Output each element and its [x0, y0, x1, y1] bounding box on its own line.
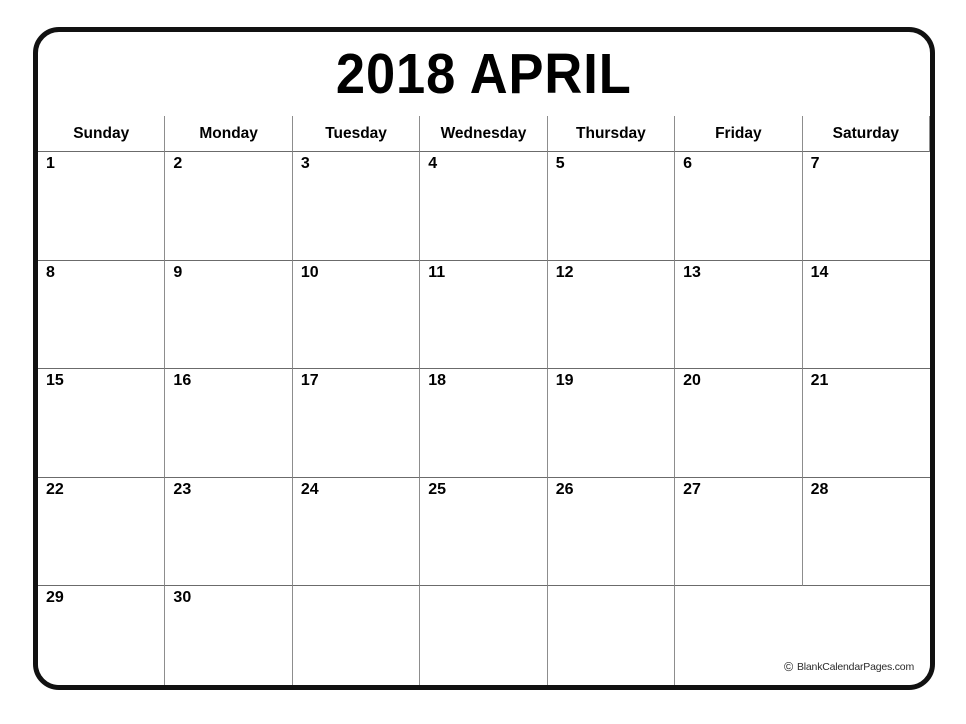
day-cell[interactable]: 9	[165, 260, 293, 370]
day-number: 19	[555, 372, 574, 390]
weekday-header-label: Thursday	[576, 124, 646, 142]
day-number: 1	[46, 155, 55, 172]
day-number: 8	[46, 263, 55, 281]
day-cell[interactable]: 28	[802, 477, 930, 587]
day-cell[interactable]: 12	[547, 260, 676, 370]
day-cell[interactable]: 30	[165, 586, 293, 685]
day-cell[interactable]: 11	[420, 260, 548, 370]
day-number: 13	[683, 263, 701, 281]
calendar-page: 2018 APRIL Sunday Monday Tuesday Wednesd…	[0, 0, 966, 724]
calendar-grid: Sunday Monday Tuesday Wednesday Thursday…	[38, 116, 930, 685]
day-cell[interactable]: 21	[802, 369, 930, 478]
weekday-header-sunday: Sunday	[38, 116, 166, 152]
day-cell[interactable]: 13	[675, 260, 803, 370]
day-cell[interactable]: 25	[420, 477, 548, 587]
calendar-title: 2018 APRIL	[336, 41, 632, 106]
day-cell[interactable]: 15	[38, 369, 166, 478]
day-number: 29	[46, 589, 64, 607]
day-cell[interactable]: 27	[675, 477, 803, 587]
copyright-icon: ©	[783, 659, 793, 674]
day-number: 24	[300, 480, 319, 498]
day-number: 10	[300, 263, 319, 281]
weekday-header-label: Tuesday	[325, 124, 387, 142]
day-cell[interactable]: 14	[802, 260, 930, 370]
day-number: 30	[173, 589, 192, 607]
day-number: 22	[46, 480, 64, 498]
footer-credit-text: BlankCalendarPages.com	[796, 660, 914, 673]
day-number: 21	[810, 372, 829, 390]
day-cell[interactable]: 24	[292, 477, 421, 587]
day-number: 15	[46, 372, 64, 390]
day-number: 3	[300, 155, 310, 172]
weekday-header-label: Friday	[715, 124, 762, 142]
day-cell[interactable]: 20	[675, 369, 803, 478]
day-cell[interactable]: 23	[165, 477, 293, 587]
day-number: 23	[173, 480, 192, 498]
day-number: 7	[810, 155, 820, 172]
day-cell[interactable]: 8	[38, 260, 166, 370]
day-cell[interactable]	[292, 586, 421, 685]
day-cell[interactable]: 26	[547, 477, 676, 587]
day-number: 25	[428, 480, 447, 498]
weekday-header-thursday: Thursday	[547, 116, 676, 152]
day-cell[interactable]: 2	[165, 152, 293, 261]
day-number: 9	[173, 263, 183, 281]
day-cell[interactable]: 18	[420, 369, 548, 478]
day-cell[interactable]: 3	[292, 152, 421, 261]
weekday-header-monday: Monday	[165, 116, 293, 152]
weekday-header-label: Saturday	[832, 124, 899, 142]
calendar-title-band: 2018 APRIL	[38, 32, 930, 116]
weekday-header-wednesday: Wednesday	[420, 116, 548, 152]
day-cell[interactable]: 7	[802, 152, 930, 261]
day-cell[interactable]: 1	[38, 152, 166, 261]
day-number: 20	[683, 372, 701, 390]
weekday-header-label: Wednesday	[440, 124, 527, 142]
day-cell[interactable]	[802, 586, 930, 685]
weekday-header-tuesday: Tuesday	[292, 116, 421, 152]
day-cell[interactable]: 19	[547, 369, 676, 478]
day-number: 6	[683, 155, 693, 172]
day-cell[interactable]	[547, 586, 676, 685]
day-cell[interactable]	[675, 586, 803, 685]
day-cell[interactable]: 6	[675, 152, 803, 261]
day-number: 12	[555, 263, 574, 281]
day-number: 14	[810, 263, 829, 281]
day-number: 18	[428, 372, 447, 390]
day-cell[interactable]: 4	[420, 152, 548, 261]
day-cell[interactable]: 16	[165, 369, 293, 478]
day-number: 2	[173, 155, 183, 172]
weekday-header-label: Sunday	[73, 124, 130, 142]
day-number: 11	[428, 263, 446, 281]
weekday-header-saturday: Saturday	[802, 116, 930, 152]
day-number: 28	[810, 480, 829, 498]
weekday-header-friday: Friday	[675, 116, 803, 152]
calendar-frame: 2018 APRIL Sunday Monday Tuesday Wednesd…	[33, 27, 935, 690]
day-cell[interactable]: 5	[547, 152, 676, 261]
day-number: 5	[555, 155, 565, 172]
weekday-header-label: Monday	[199, 124, 258, 142]
day-cell[interactable]	[420, 586, 548, 685]
day-number: 16	[173, 372, 192, 390]
footer-credit: © BlankCalendarPages.com	[783, 659, 914, 674]
day-cell[interactable]: 29	[38, 586, 166, 685]
day-number: 27	[683, 480, 701, 498]
day-number: 17	[300, 372, 319, 390]
day-cell[interactable]: 10	[292, 260, 421, 370]
day-cell[interactable]: 17	[292, 369, 421, 478]
day-cell[interactable]: 22	[38, 477, 166, 587]
day-number: 4	[428, 155, 438, 172]
day-number: 26	[555, 480, 574, 498]
